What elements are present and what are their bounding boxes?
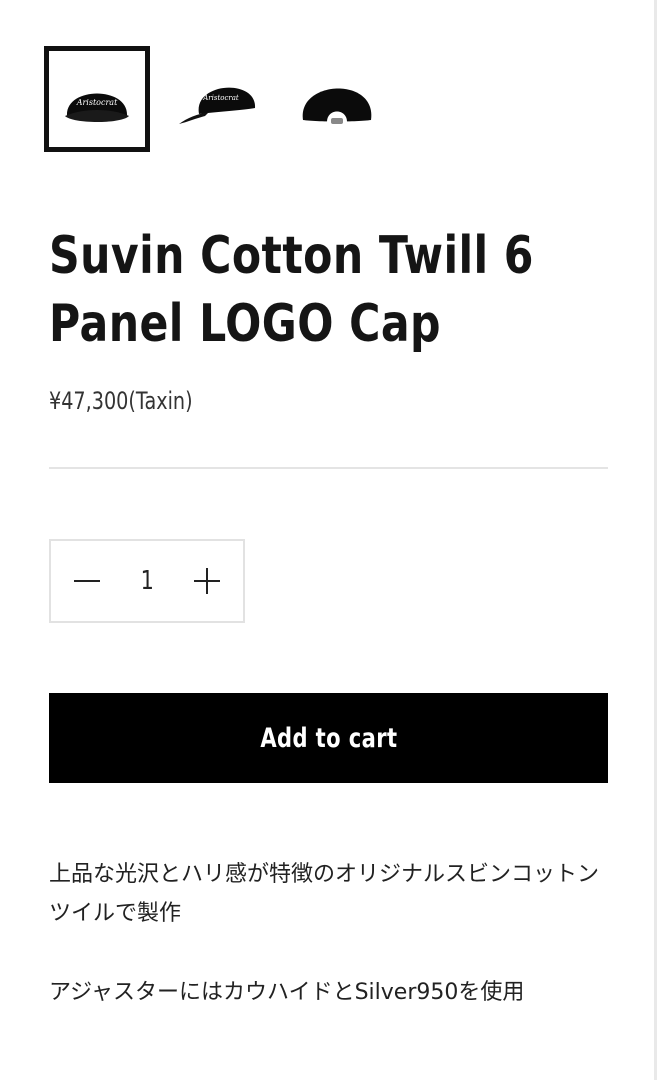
product-title: Suvin Cotton Twill 6 Panel LOGO Cap — [49, 222, 534, 358]
add-to-cart-label: Add to cart — [259, 722, 398, 754]
thumbnail-gallery: Aristocrat Aristocrat — [44, 46, 390, 152]
decrease-quantity-button[interactable] — [69, 563, 105, 599]
thumbnail-back[interactable] — [284, 46, 390, 152]
product-description: 上品な光沢とハリ感が特徴のオリジナルスビンコットンツイルで製作 アジャスターには… — [49, 855, 609, 1052]
cap-front-icon: Aristocrat — [65, 93, 129, 122]
cap-logo-text: Aristocrat — [202, 94, 239, 102]
quantity-value[interactable]: 1 — [140, 566, 153, 596]
product-price: ¥47,300(Taxin) — [49, 387, 193, 415]
description-paragraph-1: 上品な光沢とハリ感が特徴のオリジナルスビンコットンツイルで製作 — [49, 862, 600, 926]
cap-logo-text: Aristocrat — [76, 98, 118, 107]
add-to-cart-button[interactable]: Add to cart — [49, 693, 608, 783]
divider — [49, 467, 608, 469]
cap-back-icon — [302, 88, 372, 124]
product-title-line-1: Suvin Cotton Twill 6 — [49, 226, 534, 286]
product-page: Aristocrat Aristocrat Suvin Cotton Twill… — [0, 0, 657, 1080]
product-title-line-2: Panel LOGO Cap — [49, 294, 441, 354]
plus-icon — [193, 568, 220, 594]
thumbnail-side[interactable]: Aristocrat — [164, 46, 270, 152]
quantity-stepper: 1 — [49, 539, 245, 623]
thumbnail-front[interactable]: Aristocrat — [44, 46, 150, 152]
description-paragraph-2: アジャスターにはカウハイドとSilver950を使用 — [49, 980, 525, 1005]
minus-icon — [74, 580, 100, 582]
increase-quantity-button[interactable] — [189, 563, 225, 599]
cap-side-icon: Aristocrat — [179, 87, 256, 124]
